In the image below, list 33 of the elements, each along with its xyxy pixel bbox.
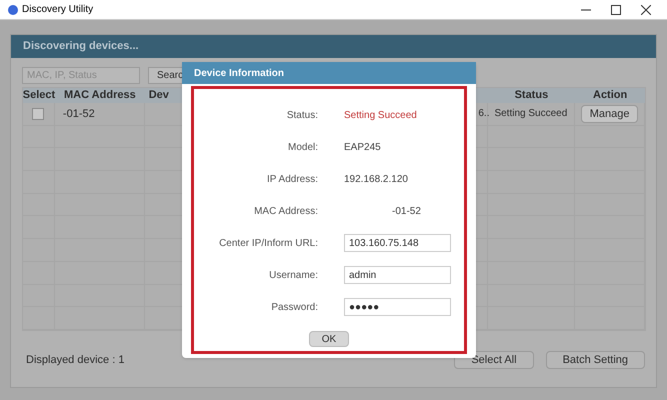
window-title: Discovery Utility	[22, 3, 94, 17]
checkbox[interactable]	[32, 108, 44, 120]
table-cell-text: Setting Succeed	[494, 107, 568, 122]
field-label: Model:	[286, 140, 318, 154]
manage-button[interactable]: Manage	[580, 104, 638, 123]
field-value: -01-52	[392, 206, 421, 217]
panel-title: Discovering devices...	[23, 39, 139, 54]
column-header: MAC Address	[64, 88, 136, 104]
field-label: Username:	[268, 268, 318, 282]
input-field[interactable]: ●●●●●	[344, 298, 451, 316]
field-value: Setting Succeed	[344, 110, 417, 121]
table-cell-text: 6..	[478, 107, 490, 122]
footer-button[interactable]: Batch Setting	[546, 350, 645, 369]
column-header: Action	[593, 88, 628, 104]
field-label: IP Address:	[266, 172, 318, 186]
field-value: EAP245	[344, 142, 381, 153]
column-header: Status	[514, 88, 548, 104]
dialog-title: Device Information	[194, 66, 284, 80]
maximize-icon[interactable]	[611, 4, 621, 14]
app-icon	[8, 4, 18, 14]
field-label: Center IP/Inform URL:	[218, 236, 318, 250]
column-header: Select	[22, 88, 56, 104]
table-cell-text: -01-52	[62, 106, 95, 122]
input-field[interactable]: 103.160.75.148	[344, 234, 451, 252]
field-label: Password:	[270, 300, 318, 314]
close-icon[interactable]	[641, 4, 651, 14]
ok-button[interactable]: OK	[308, 331, 350, 347]
field-label: Status:	[286, 108, 318, 122]
field-label: MAC Address:	[253, 204, 318, 218]
input-field[interactable]: admin	[344, 266, 451, 284]
column-header: Dev	[148, 88, 169, 104]
field-value: 192.168.2.120	[344, 174, 408, 185]
device-count: Displayed device : 1	[26, 352, 124, 368]
